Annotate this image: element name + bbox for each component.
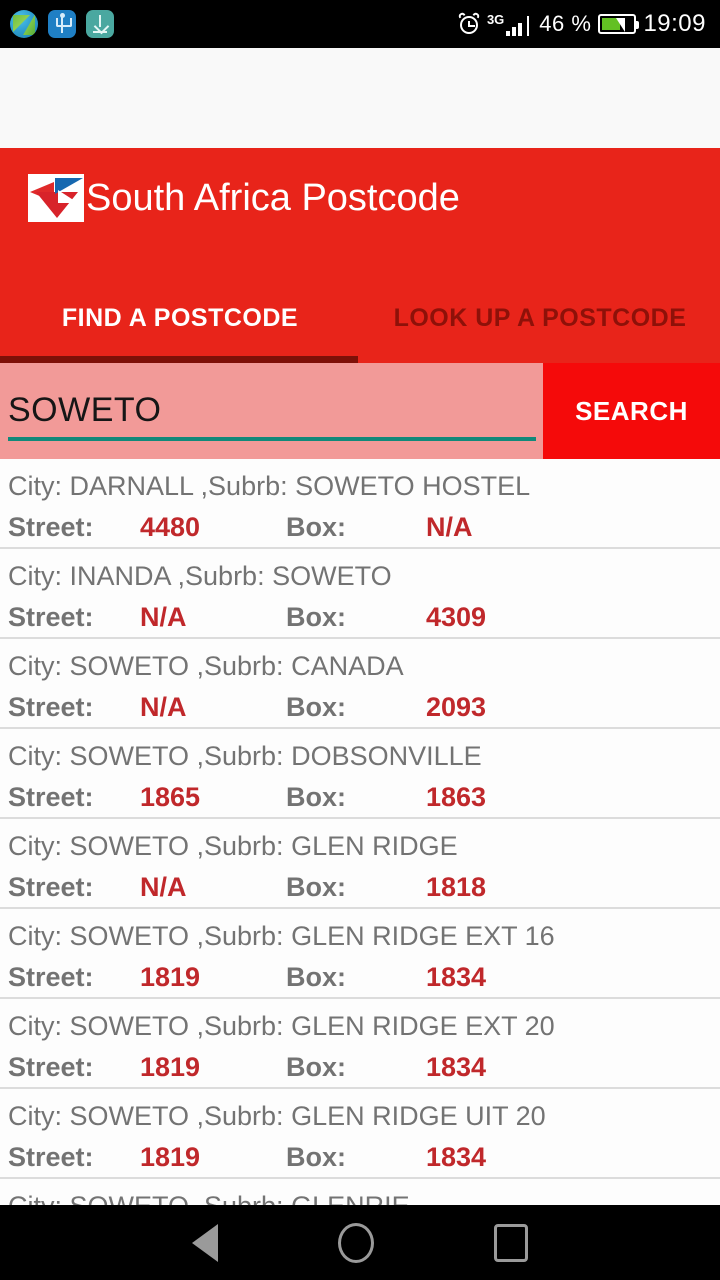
alarm-clock-icon: [457, 11, 481, 35]
tab-find-a-postcode-label: FIND A POSTCODE: [61, 303, 299, 332]
box-label: Box:: [286, 512, 346, 542]
search-input-value: SOWETO: [8, 391, 162, 429]
result-location: City: DARNALL ,Subrb: SOWETO HOSTEL: [8, 471, 531, 501]
signal-bars-icon: 3G: [487, 12, 532, 36]
globe-app-icon: [10, 10, 38, 38]
box-value: 2093: [426, 692, 487, 722]
battery-charging-icon: [598, 14, 640, 34]
result-location: City: INANDA ,Subrb: SOWETO: [8, 561, 392, 591]
result-codes: Street: N/A Box: 2093: [8, 687, 720, 727]
table-row[interactable]: City: SOWETO ,Subrb: GLEN RIDGE EXT 16 S…: [0, 909, 720, 999]
tab-look-up-a-postcode-label: LOOK UP A POSTCODE: [393, 303, 687, 332]
result-location: City: SOWETO ,Subrb: GLEN RIDGE EXT 20: [8, 1011, 555, 1041]
tab-bar: FIND A POSTCODE LOOK UP A POSTCODE: [0, 273, 720, 363]
phone-screen: 3G 46 % 19:09 South Africa Postcode FIND…: [0, 0, 720, 1280]
box-value: N/A: [426, 512, 473, 542]
table-row[interactable]: City: SOWETO ,Subrb: GLEN RIDGE EXT 20 S…: [0, 999, 720, 1089]
street-value: 1819: [140, 1142, 201, 1172]
download-icon: [86, 10, 114, 38]
home-circle-icon[interactable]: [338, 1222, 374, 1263]
result-codes: Street: N/A Box: 1818: [8, 867, 720, 907]
street-label: Street:: [8, 1142, 94, 1172]
street-label: Street:: [8, 602, 94, 632]
street-value: 1865: [140, 782, 201, 812]
box-value: 1818: [426, 872, 487, 902]
result-codes: Street: N/A Box: 4309: [8, 597, 720, 637]
result-location: City: SOWETO ,Subrb: GLEN RIDGE: [8, 831, 458, 861]
result-codes: Street: 1819 Box: 1834: [8, 957, 720, 997]
table-row[interactable]: City: INANDA ,Subrb: SOWETO Street: N/A …: [0, 549, 720, 639]
result-codes: Street: 1865 Box: 1863: [8, 777, 720, 817]
active-tab-indicator: [0, 356, 358, 363]
status-bar: 3G 46 % 19:09: [0, 0, 720, 48]
back-triangle-icon[interactable]: [192, 1223, 218, 1262]
result-codes: Street: 1819 Box: 1834: [8, 1047, 720, 1087]
search-button[interactable]: SEARCH: [543, 363, 720, 459]
street-value: 1819: [140, 962, 201, 992]
page-title: South Africa Postcode: [86, 176, 460, 219]
status-bar-system-icons: 3G 46 % 19:09: [457, 10, 706, 38]
south-africa-post-office-logo-icon: [28, 174, 84, 222]
table-row[interactable]: City: SOWETO ,Subrb: CANADA Street: N/A …: [0, 639, 720, 729]
battery-percent-label: 46 %: [539, 11, 592, 36]
result-location: City: SOWETO ,Subrb: GLENRIE: [8, 1186, 720, 1205]
box-label: Box:: [286, 692, 346, 722]
street-label: Street:: [8, 512, 94, 542]
tab-find-a-postcode[interactable]: FIND A POSTCODE: [0, 273, 360, 363]
table-row[interactable]: City: SOWETO ,Subrb: GLEN RIDGE Street: …: [0, 819, 720, 909]
status-bar-notification-icons: [10, 10, 114, 38]
street-value: N/A: [140, 692, 187, 722]
result-codes: Street: 4480 Box: N/A: [8, 507, 720, 547]
box-value: 1863: [426, 782, 487, 812]
result-location: City: SOWETO ,Subrb: DOBSONVILLE: [8, 741, 482, 771]
street-label: Street:: [8, 962, 94, 992]
street-value: 4480: [140, 512, 201, 542]
box-value: 1834: [426, 962, 487, 992]
street-value: N/A: [140, 872, 187, 902]
content-gap: [0, 48, 720, 148]
recents-square-icon[interactable]: [494, 1223, 528, 1262]
tab-look-up-a-postcode[interactable]: LOOK UP A POSTCODE: [360, 273, 720, 363]
network-type-label: 3G: [486, 12, 505, 27]
search-input[interactable]: SOWETO: [0, 363, 543, 459]
android-navigation-bar: [0, 1205, 720, 1280]
table-row[interactable]: City: DARNALL ,Subrb: SOWETO HOSTEL Stre…: [0, 459, 720, 549]
result-location: City: SOWETO ,Subrb: GLEN RIDGE EXT 16: [8, 921, 555, 951]
usb-icon: [48, 10, 76, 38]
box-label: Box:: [286, 782, 346, 812]
box-label: Box:: [286, 1052, 346, 1082]
box-label: Box:: [286, 1142, 346, 1172]
street-label: Street:: [8, 872, 94, 902]
search-bar: SOWETO SEARCH: [0, 363, 720, 459]
status-bar-clock: 19:09: [643, 10, 706, 37]
results-list[interactable]: City: DARNALL ,Subrb: SOWETO HOSTEL Stre…: [0, 459, 720, 1205]
box-value: 1834: [426, 1142, 487, 1172]
box-label: Box:: [286, 872, 346, 902]
street-label: Street:: [8, 782, 94, 812]
box-label: Box:: [286, 602, 346, 632]
search-input-underline: [8, 437, 536, 441]
result-codes: Street: 1819 Box: 1834: [8, 1137, 720, 1177]
street-label: Street:: [8, 1052, 94, 1082]
street-value: 1819: [140, 1052, 201, 1082]
box-value: 4309: [426, 602, 487, 632]
table-row[interactable]: City: SOWETO ,Subrb: GLENRIE Street: Box…: [0, 1179, 720, 1205]
box-value: 1834: [426, 1052, 487, 1082]
street-label: Street:: [8, 692, 94, 722]
table-row[interactable]: City: SOWETO ,Subrb: GLEN RIDGE UIT 20 S…: [0, 1089, 720, 1179]
app-title-group: South Africa Postcode: [28, 174, 460, 222]
result-location: City: SOWETO ,Subrb: CANADA: [8, 651, 404, 681]
app-bar: South Africa Postcode FIND A POSTCODE LO…: [0, 148, 720, 363]
street-value: N/A: [140, 602, 187, 632]
result-location: City: SOWETO ,Subrb: GLEN RIDGE UIT 20: [8, 1101, 546, 1131]
search-button-label: SEARCH: [575, 395, 688, 426]
box-label: Box:: [286, 962, 346, 992]
table-row[interactable]: City: SOWETO ,Subrb: DOBSONVILLE Street:…: [0, 729, 720, 819]
